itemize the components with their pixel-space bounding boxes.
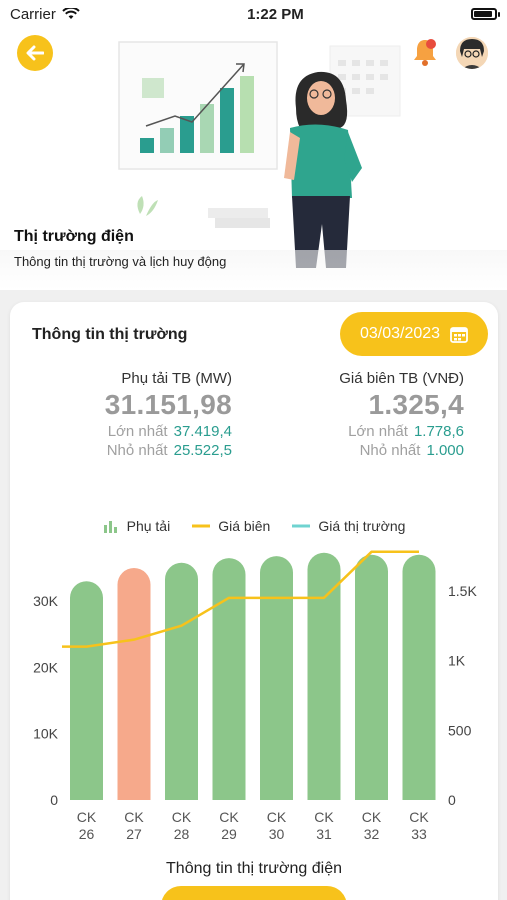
price-average-value: 1.325,4 [368, 389, 464, 420]
x-tick-label: 29 [221, 826, 237, 842]
x-tick-label: CK [314, 809, 334, 825]
x-tick-label: 33 [411, 826, 427, 842]
market-info-title: Thông tin thị trường [32, 326, 188, 343]
battery-icon [470, 8, 500, 20]
y-left-tick: 20K [33, 659, 59, 675]
x-tick-label: 26 [79, 826, 95, 842]
price-min-row: Nhỏ nhất 1.000 [304, 442, 464, 459]
legend-load[interactable]: Phụ tải [103, 518, 171, 534]
market-footer-title: Thông tin thị trường điện [166, 860, 342, 877]
calendar-icon [450, 327, 468, 343]
x-tick-label: 28 [174, 826, 190, 842]
y-left-tick: 0 [50, 792, 58, 808]
y-right-tick: 1K [448, 653, 466, 669]
clock: 1:22 PM [247, 5, 304, 23]
legend-market[interactable]: Giá thị trường [292, 518, 405, 534]
price-stat: Giá biên TB (VNĐ) 1.325,4 Lớn nhất 1.778,… [304, 370, 464, 459]
bar-chart-icon [103, 521, 117, 533]
status-bar: Carrier 1:22 PM [0, 0, 507, 28]
price-max-row: Lớn nhất 1.778,6 [304, 423, 464, 440]
market-info-card: Thông tin thị trường 03/03/2023 Phụ tải … [10, 302, 498, 900]
load-max-label: Lớn nhất [107, 423, 168, 440]
date-picker-button[interactable]: 03/03/2023 [340, 312, 488, 356]
page-subtitle: Thông tin thị trường và lịch huy động [14, 254, 227, 269]
arrow-left-icon [26, 45, 44, 61]
x-tick-label: 31 [316, 826, 332, 842]
chart-legend: Phụ tải Giá biên Giá thị trường [10, 518, 498, 534]
price-max-value: 1.778,6 [413, 423, 464, 440]
bar-load [212, 558, 246, 800]
price-min-label: Nhỏ nhất [359, 442, 421, 459]
legend-load-label: Phụ tải [126, 518, 171, 534]
line-swatch-icon [192, 524, 211, 528]
x-tick-label: CK [267, 809, 287, 825]
price-min-value: 1.000 [426, 442, 464, 459]
load-max-value: 37.419,4 [173, 423, 232, 440]
load-min-label: Nhỏ nhất [106, 442, 168, 459]
x-tick-label: CK [219, 809, 239, 825]
legend-marginal[interactable]: Giá biên [192, 518, 270, 534]
y-left-tick: 30K [33, 593, 59, 609]
load-max-row: Lớn nhất 37.419,4 [72, 423, 232, 440]
y-right-tick: 1.5K [448, 583, 477, 599]
load-label: Phụ tải TB (MW) [121, 370, 232, 387]
legend-marginal-label: Giá biên [218, 518, 271, 534]
wifi-icon [62, 8, 80, 19]
x-tick-label: CK [172, 809, 192, 825]
y-right-tick: 500 [448, 722, 472, 738]
y-right-tick: 0 [448, 792, 456, 808]
x-tick-label: CK [409, 809, 429, 825]
bar-load [307, 552, 341, 800]
x-tick-label: 27 [126, 826, 142, 842]
x-tick-label: 32 [364, 826, 380, 842]
bar-load [70, 581, 103, 800]
bar-load [355, 554, 388, 800]
line-swatch-icon [292, 524, 311, 528]
bar-load [165, 562, 198, 800]
back-button[interactable] [17, 35, 53, 71]
page-title: Thị trường điện [14, 228, 134, 245]
price-label: Giá biên TB (VNĐ) [339, 370, 464, 387]
date-text: 03/03/2023 [359, 325, 441, 342]
carrier-text: Carrier [10, 5, 56, 23]
bar-load [402, 554, 436, 800]
bar-load [117, 568, 151, 800]
y-left-tick: 10K [33, 726, 59, 742]
load-price-chart: 010K20K30K05001K1.5KCK26CK27CK28CK29CK30… [33, 550, 477, 842]
x-tick-label: CK [362, 809, 382, 825]
market-illustration [0, 41, 507, 290]
price-max-label: Lớn nhất [348, 423, 408, 440]
load-stat: Phụ tải TB (MW) 31.151,98 Lớn nhất 37.419… [72, 370, 232, 459]
notification-bell-icon[interactable] [412, 37, 438, 67]
hero-banner: Thị trường điện Thông tin thị trường và … [0, 28, 507, 290]
carrier-group: Carrier [10, 6, 80, 23]
avatar-image [456, 37, 488, 69]
user-avatar[interactable] [456, 37, 488, 69]
detail-button[interactable] [161, 886, 347, 900]
load-average-value: 31.151,98 [104, 389, 232, 420]
load-min-row: Nhỏ nhất 25.522,5 [72, 442, 232, 459]
bar-load [260, 556, 293, 800]
x-tick-label: CK [124, 809, 144, 825]
load-min-value: 25.522,5 [173, 442, 232, 459]
legend-market-label: Giá thị trường [318, 518, 406, 534]
x-tick-label: CK [77, 809, 97, 825]
x-tick-label: 30 [269, 826, 285, 842]
